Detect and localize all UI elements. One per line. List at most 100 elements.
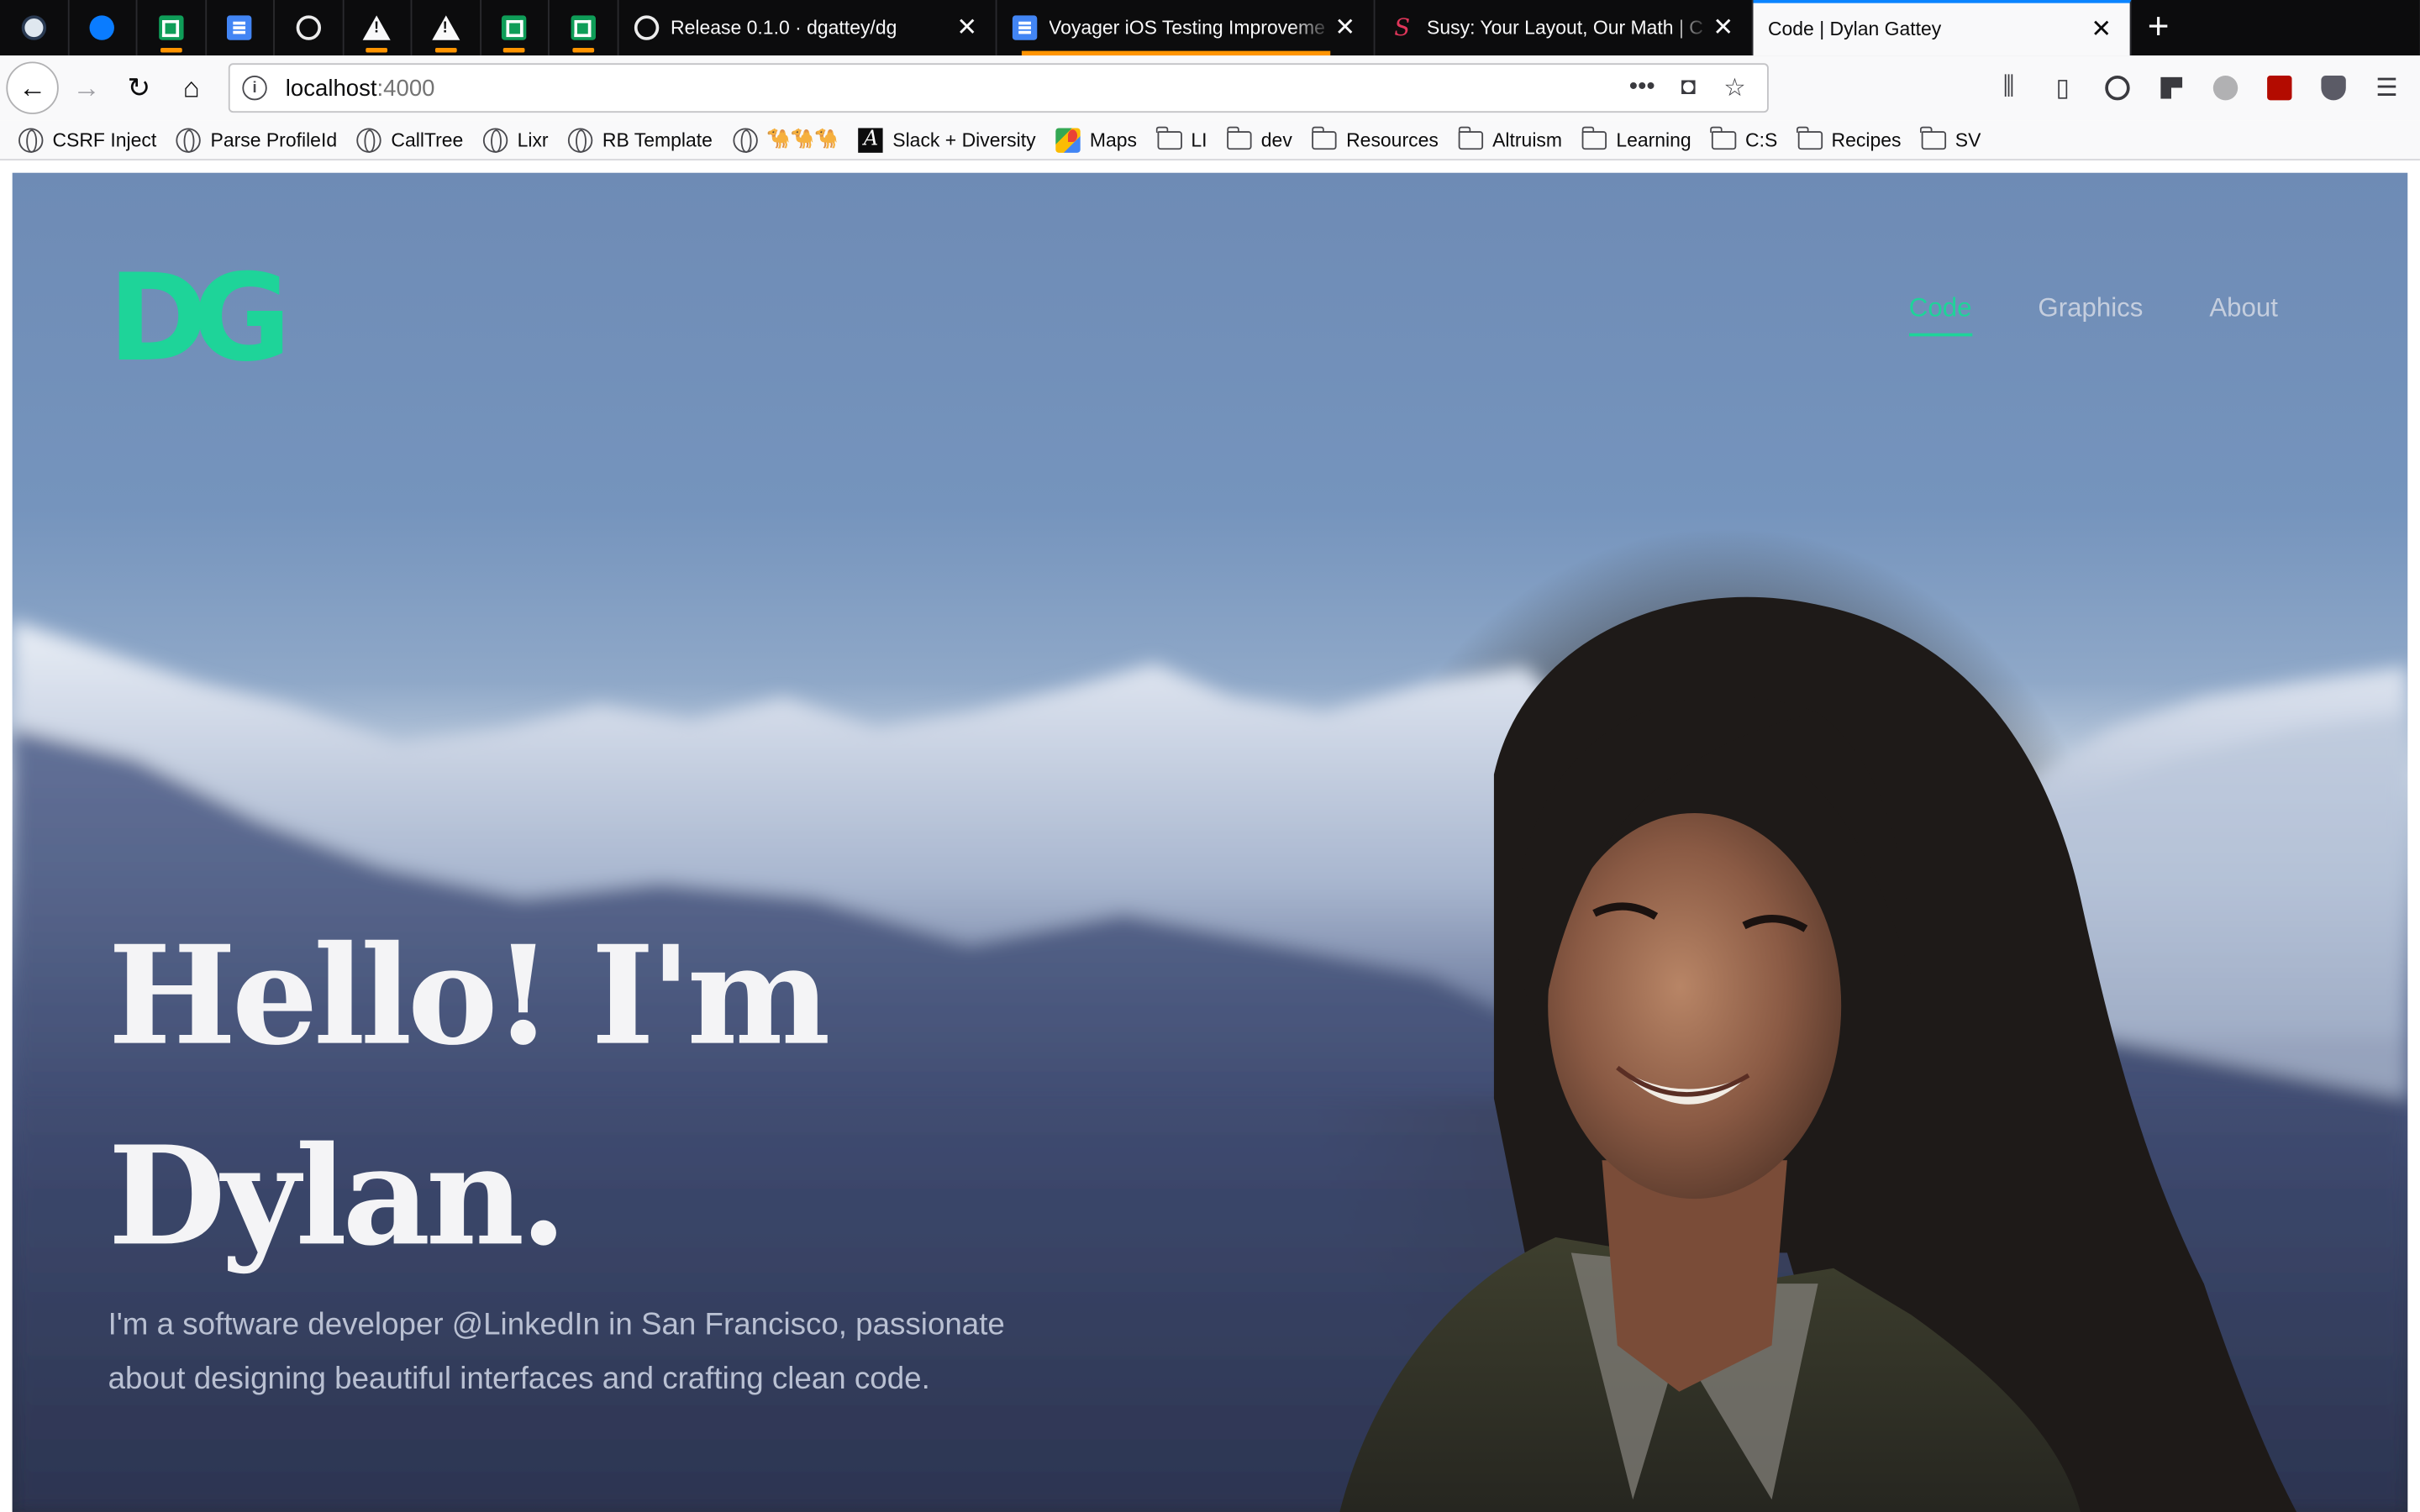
close-icon[interactable]: ✕ xyxy=(955,15,979,41)
nav-link-about[interactable]: About xyxy=(2209,293,2278,336)
new-tab-button[interactable]: + xyxy=(2131,0,2186,55)
close-icon[interactable]: ✕ xyxy=(1711,15,1735,41)
page-actions-button[interactable]: ••• xyxy=(1622,70,1662,107)
susy-icon: S xyxy=(1394,13,1411,42)
warning-icon xyxy=(431,15,460,40)
bookmark-folder-dev[interactable]: dev xyxy=(1226,125,1292,151)
bookmark-label: Learning xyxy=(1616,129,1691,151)
ghostery-icon[interactable] xyxy=(2197,63,2251,113)
globe-icon xyxy=(732,127,758,152)
reload-icon: ↻ xyxy=(127,71,151,103)
pdf-icon[interactable] xyxy=(2252,63,2306,113)
pinned-tab-sheets-3[interactable] xyxy=(550,0,618,56)
pinned-tab-sheets[interactable] xyxy=(137,0,207,56)
bookmark-label: Maps xyxy=(1089,129,1138,151)
globe-icon xyxy=(176,127,202,152)
library-icon[interactable]: ⫼ xyxy=(1981,63,2035,113)
close-icon[interactable]: ✕ xyxy=(2089,17,2113,43)
site-info-icon[interactable]: i xyxy=(242,75,267,101)
ublock-icon[interactable] xyxy=(2306,63,2360,113)
bookmark-csrf-inject[interactable]: CSRF Inject xyxy=(18,127,157,152)
folder-icon xyxy=(1710,125,1736,150)
google-docs-icon xyxy=(1011,15,1037,40)
pinned-tab-linkedin[interactable] xyxy=(0,0,69,56)
tab-title: Code | Dylan Gattey xyxy=(1767,18,1942,40)
logo-text: DG xyxy=(108,249,292,389)
pinned-tab-messenger[interactable] xyxy=(69,0,138,56)
bookmark-label: Recipes xyxy=(1831,129,1902,151)
tab-release[interactable]: Release 0.1.0 · dgattey/dg ✕ xyxy=(618,0,997,56)
bookmark-label: CallTree xyxy=(391,129,464,151)
pinned-tab-warning-1[interactable] xyxy=(344,0,413,56)
menu-icon[interactable]: ☰ xyxy=(2360,63,2413,113)
hero-title-line-2: Dylan. xyxy=(108,1115,567,1276)
hero-title: Hello! I'm Dylan. xyxy=(108,895,911,1296)
tab-code-dylan-gattey[interactable]: Code | Dylan Gattey ✕ xyxy=(1752,0,2131,56)
back-button[interactable]: ← xyxy=(6,61,59,114)
bookmark-folder-li[interactable]: LI xyxy=(1156,125,1207,150)
bookmark-calltree[interactable]: CallTree xyxy=(356,127,464,152)
tab-voyager[interactable]: Voyager iOS Testing Improveme ✕ xyxy=(997,0,1375,56)
google-docs-icon xyxy=(227,15,252,40)
url-host: localhost xyxy=(285,75,377,102)
url-bar[interactable]: i localhost:4000 ••• ◘ ☆ xyxy=(228,63,1769,113)
nav-link-graphics[interactable]: Graphics xyxy=(2038,293,2143,336)
bookmark-folder-recipes[interactable]: Recipes xyxy=(1797,125,1902,151)
bookmark-rb-template[interactable]: RB Template xyxy=(568,127,713,152)
bookmark-label: Parse ProfileId xyxy=(210,129,338,151)
folder-icon xyxy=(1311,125,1338,150)
arrow-left-icon: ← xyxy=(18,71,47,103)
slack-a-icon: A xyxy=(858,127,884,152)
tab-strip: Release 0.1.0 · dgattey/dg ✕ Voyager iOS… xyxy=(0,0,2420,56)
bookmark-label: CSRF Inject xyxy=(52,129,157,151)
bookmark-folder-altruism[interactable]: Altruism xyxy=(1457,125,1563,151)
bookmark-folder-sv[interactable]: SV xyxy=(1920,125,1981,151)
bookmark-label: SV xyxy=(1954,129,1981,151)
pinned-tab-github[interactable] xyxy=(275,0,344,56)
nav-link-code[interactable]: Code xyxy=(1908,293,1971,337)
folder-icon xyxy=(1226,125,1252,150)
bookmark-folder-learning[interactable]: Learning xyxy=(1581,125,1691,151)
home-button[interactable]: ⌂ xyxy=(166,63,216,113)
bookmark-label: dev xyxy=(1260,129,1292,151)
tab-notification-indicator xyxy=(366,47,388,53)
reload-button[interactable]: ↻ xyxy=(114,63,164,113)
pinned-tab-warning-2[interactable] xyxy=(412,0,481,56)
bookmark-maps[interactable]: Maps xyxy=(1055,127,1138,152)
bookmark-folder-cs[interactable]: C:S xyxy=(1710,125,1777,150)
pinned-tab-docs[interactable] xyxy=(206,0,275,56)
bookmark-folder-resources[interactable]: Resources xyxy=(1311,125,1439,150)
folder-icon xyxy=(1581,125,1607,150)
bookmark-lixr[interactable]: Lixr xyxy=(483,127,549,152)
linkedin-home-icon xyxy=(21,15,46,40)
site-logo[interactable]: DG xyxy=(108,260,292,380)
bookmarks-toolbar: CSRF Inject Parse ProfileId CallTree Lix… xyxy=(0,120,2420,161)
bookmark-camels[interactable]: 🐪🐪🐪 xyxy=(732,127,839,152)
google-sheets-icon xyxy=(158,15,184,40)
bookmark-star-icon[interactable]: ☆ xyxy=(1715,70,1755,107)
hero-subtitle: I'm a software developer @LinkedIn in Sa… xyxy=(108,1308,1005,1397)
tab-title: Release 0.1.0 · dgattey/dg xyxy=(671,17,897,39)
tab-notification-indicator xyxy=(571,47,594,53)
folder-icon xyxy=(1156,125,1182,150)
tab-notification-indicator xyxy=(160,47,182,53)
sidebar-icon[interactable]: ▯ xyxy=(2036,63,2090,113)
toolbar-right: ⫼ ▯ ☰ xyxy=(1981,63,2413,113)
github-icon xyxy=(633,15,659,40)
hero-title-line-1: Hello! I'm xyxy=(108,915,831,1076)
forward-button[interactable]: → xyxy=(61,63,111,113)
maps-icon xyxy=(1055,127,1081,152)
close-icon[interactable]: ✕ xyxy=(1333,15,1357,41)
bookmark-parse-profileid[interactable]: Parse ProfileId xyxy=(176,127,338,152)
extension-grid-icon[interactable] xyxy=(2144,63,2197,113)
messenger-icon xyxy=(89,15,115,40)
tab-susy[interactable]: S Susy: Your Layout, Our Math | C ✕ xyxy=(1375,0,1753,56)
arrow-right-icon: → xyxy=(72,71,101,103)
globe-icon xyxy=(483,127,508,152)
pocket-icon[interactable]: ◘ xyxy=(1668,70,1708,107)
password-manager-icon[interactable] xyxy=(2090,63,2144,113)
bookmark-slack-diversity[interactable]: A Slack + Diversity xyxy=(858,127,1036,152)
pinned-tab-sheets-2[interactable] xyxy=(481,0,550,56)
tab-title: Susy: Your Layout, Our Math | C xyxy=(1427,17,1703,39)
bookmark-label: Altruism xyxy=(1492,129,1563,151)
